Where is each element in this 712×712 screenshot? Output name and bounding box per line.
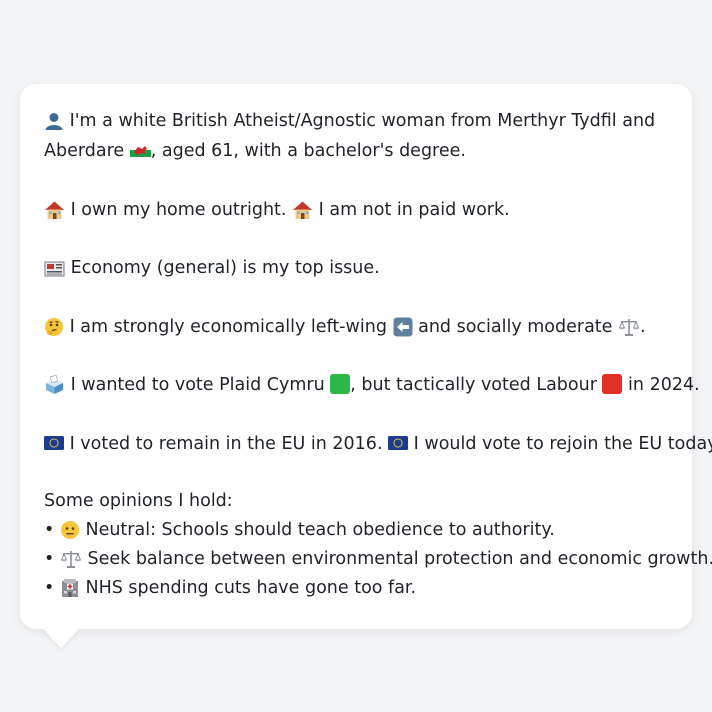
- ideology-text-2: and socially moderate: [418, 316, 613, 337]
- home-text-2: I am not in paid work.: [318, 199, 510, 220]
- left-arrow-icon: [393, 317, 413, 338]
- eu-line: I voted to remain in the EU in 2016. I w…: [44, 429, 712, 459]
- speech-bubble-tail: [42, 628, 80, 648]
- eu-flag-icon: [44, 430, 64, 450]
- newspaper-icon: [44, 260, 65, 279]
- opinion-item: • Neutral: Schools should teach obedienc…: [44, 516, 672, 545]
- bullet: •: [44, 520, 55, 540]
- house-icon: [292, 200, 313, 221]
- bullet: •: [44, 578, 55, 598]
- vote-text-1: I wanted to vote Plaid Cymru: [70, 375, 325, 395]
- vote-line: I wanted to vote Plaid Cymru , but tacti…: [44, 370, 700, 400]
- issue-line: Economy (general) is my top issue.: [44, 253, 672, 283]
- bullet: •: [44, 549, 55, 569]
- eu-flag-icon: [388, 430, 409, 450]
- person-icon: [44, 111, 64, 132]
- opinion-text: Seek balance between environmental prote…: [87, 549, 712, 569]
- vote-text-3: in 2024.: [628, 375, 700, 395]
- identity-text-2: , aged 61, with a bachelor's degree.: [150, 141, 466, 161]
- home-text-1: I own my home outright.: [70, 199, 287, 220]
- scales-icon: [618, 317, 640, 338]
- plaid-cymru-green-square-icon: [330, 374, 351, 394]
- eu-text-1: I voted to remain in the EU in 2016.: [69, 433, 383, 454]
- opinion-text: Neutral: Schools should teach obedience …: [85, 520, 555, 540]
- vote-text-2: , but tactically voted Labour: [350, 375, 597, 395]
- neutral-face-icon: [60, 520, 80, 541]
- home-line: I own my home outright. I am not in paid…: [44, 195, 672, 225]
- ideology-text-3: .: [640, 316, 646, 337]
- opinion-text: NHS spending cuts have gone too far.: [85, 578, 417, 598]
- house-icon: [44, 200, 65, 221]
- wales-flag-icon: [129, 137, 151, 157]
- opinion-item: • NHS spending cuts have gone too far.: [44, 574, 672, 603]
- ballot-box-icon: [44, 375, 65, 396]
- ideology-line: I am strongly economically left-wing and…: [44, 312, 672, 342]
- labour-red-square-icon: [602, 374, 623, 394]
- opinions-title: Some opinions I hold:: [44, 491, 233, 511]
- eu-text-2: I would vote to rejoin the EU today.: [413, 433, 712, 454]
- opinion-item: • Seek balance between environmental pro…: [44, 545, 712, 574]
- issue-text: Economy (general) is my top issue.: [70, 258, 380, 278]
- scales-icon: [60, 549, 82, 570]
- identity-line: I'm a white British Atheist/Agnostic wom…: [44, 106, 672, 166]
- ideology-text-1: I am strongly economically left-wing: [69, 316, 387, 337]
- thinking-face-icon: [44, 317, 64, 338]
- hospital-icon: [60, 578, 80, 599]
- persona-speech-bubble: I'm a white British Atheist/Agnostic wom…: [20, 84, 712, 629]
